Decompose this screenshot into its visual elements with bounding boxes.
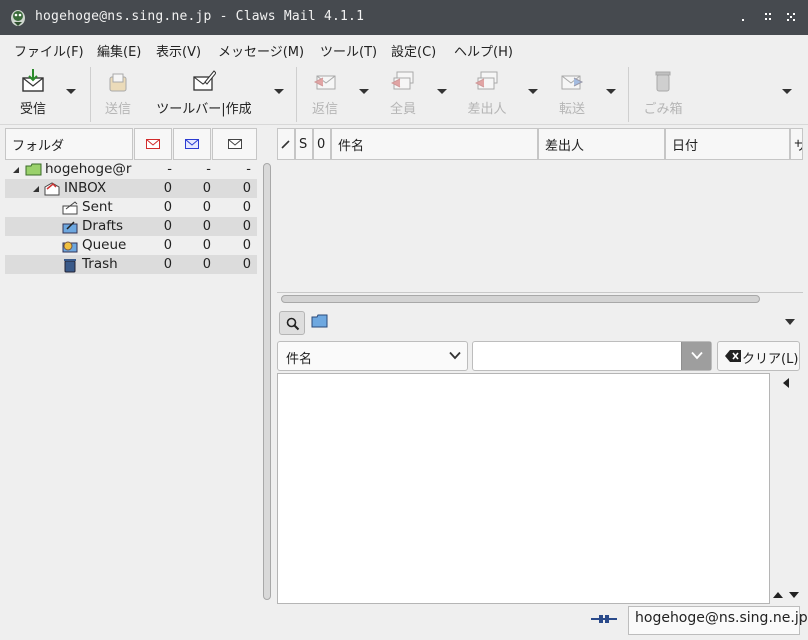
subject-column-header[interactable]: 件名: [331, 128, 538, 160]
folder-row-trash[interactable]: Trash 0 0 0: [5, 255, 257, 274]
clear-icon: [725, 350, 741, 362]
from-column-header[interactable]: 差出人: [538, 128, 665, 160]
window-title: hogehoge@ns.sing.ne.jp - Claws Mail 4.1.…: [35, 9, 365, 24]
extra-column-header[interactable]: サ: [790, 128, 803, 160]
chevron-down-icon: [449, 351, 461, 360]
folder-pane: フォルダ hogehoge@r - - - INBOX 0 0 0 Sent 0…: [5, 128, 257, 604]
reply-button[interactable]: 返信: [306, 68, 344, 120]
new-mail-icon: [185, 139, 199, 149]
menu-edit[interactable]: 編集(E): [97, 41, 141, 60]
collapse-left-icon[interactable]: [782, 377, 790, 389]
menu-file[interactable]: ファイル(F): [14, 41, 84, 60]
collapse-arrow-icon[interactable]: [12, 166, 20, 174]
menu-message[interactable]: メッセージ(M): [218, 41, 304, 60]
message-view: [277, 373, 770, 604]
search-toggle-button[interactable]: [279, 311, 305, 335]
claws-mail-logo-icon: [11, 10, 25, 26]
menu-bar: ファイル(F) 編集(E) 表示(V) メッセージ(M) ツール(T) 設定(C…: [0, 35, 808, 63]
attachment-column-header[interactable]: 0: [313, 128, 331, 160]
chevron-down-icon: [691, 351, 703, 360]
toolbar-separator: [628, 67, 629, 122]
total-column-header[interactable]: [212, 128, 257, 160]
menu-settings[interactable]: 設定(C): [391, 41, 436, 60]
receive-mail-icon: [22, 69, 44, 92]
list-divider: [277, 292, 803, 293]
reply-dropdown-arrow[interactable]: [359, 89, 369, 94]
status-column-header[interactable]: S: [295, 128, 313, 160]
toolbar-separator: [296, 67, 297, 122]
close-icon[interactable]: [784, 10, 798, 24]
compose-button[interactable]: ツールバー|作成: [154, 68, 254, 120]
reply-sender-button[interactable]: 差出人: [464, 68, 510, 120]
offline-plug-icon[interactable]: [590, 612, 618, 626]
clear-search-button[interactable]: クリア(L): [717, 341, 800, 371]
search-field-select[interactable]: 件名: [277, 341, 468, 371]
chevron-down-icon[interactable]: [784, 318, 796, 326]
forward-dropdown-arrow[interactable]: [606, 89, 616, 94]
trash-can-icon: [655, 71, 671, 92]
folder-column-header[interactable]: フォルダ: [5, 128, 133, 160]
reply-icon: [313, 75, 336, 90]
inbox-icon: [44, 182, 60, 196]
folder-icon[interactable]: [311, 314, 328, 328]
unread-mail-icon: [146, 139, 160, 149]
account-folder-icon: [25, 163, 42, 176]
send-mail-icon: [109, 73, 127, 92]
folder-row-queue[interactable]: Queue 0 0 0: [5, 236, 257, 255]
folder-pane-scrollbar[interactable]: [263, 163, 271, 600]
title-bar: hogehoge@ns.sing.ne.jp - Claws Mail 4.1.…: [0, 0, 808, 35]
date-column-header[interactable]: 日付: [665, 128, 790, 160]
trash-folder-icon: [64, 259, 76, 273]
mail-icon: [227, 139, 242, 149]
compose-dropdown-arrow[interactable]: [274, 89, 284, 94]
folder-row-account[interactable]: hogehoge@r - - -: [5, 160, 257, 179]
forward-icon: [561, 75, 584, 90]
folder-row-inbox[interactable]: INBOX 0 0 0: [5, 179, 257, 198]
queue-folder-icon: [62, 241, 78, 253]
maximize-icon[interactable]: [761, 10, 775, 24]
new-column-header[interactable]: [173, 128, 211, 160]
toolbar: 受信 送信 ツールバー|作成 返信 全員 差出人 転送 ごみ箱: [0, 63, 808, 125]
account-selector[interactable]: hogehoge@ns.sing.ne.jp: [628, 606, 808, 635]
send-button[interactable]: 送信: [100, 68, 136, 120]
reply-all-dropdown-arrow[interactable]: [437, 89, 447, 94]
reply-all-icon: [391, 71, 414, 90]
reply-sender-icon: [475, 71, 498, 90]
collapse-arrow-icon[interactable]: [32, 185, 40, 193]
folder-row-drafts[interactable]: Drafts 0 0 0: [5, 217, 257, 236]
scroll-down-icon[interactable]: [788, 591, 800, 599]
minimize-icon[interactable]: [736, 10, 750, 24]
search-input[interactable]: [472, 341, 712, 371]
mark-pencil-icon: [281, 140, 290, 149]
menu-tools[interactable]: ツール(T): [320, 41, 377, 60]
drafts-folder-icon: [62, 221, 78, 234]
compose-icon: [193, 70, 216, 91]
folder-row-sent[interactable]: Sent 0 0 0: [5, 198, 257, 217]
message-list: S 0 件名 差出人 日付 サ: [277, 128, 803, 293]
menu-help[interactable]: ヘルプ(H): [454, 41, 513, 60]
unread-column-header[interactable]: [134, 128, 172, 160]
trash-button[interactable]: ごみ箱: [642, 68, 684, 120]
mark-column-header[interactable]: [277, 128, 295, 160]
toolbar-separator: [90, 67, 91, 122]
receive-dropdown-arrow[interactable]: [66, 89, 76, 94]
search-icon: [286, 317, 300, 331]
scroll-up-icon[interactable]: [772, 591, 784, 599]
reply-sender-dropdown-arrow[interactable]: [528, 89, 538, 94]
search-history-dropdown[interactable]: [681, 342, 711, 370]
reply-all-button[interactable]: 全員: [384, 68, 422, 120]
menu-view[interactable]: 表示(V): [156, 41, 201, 60]
forward-button[interactable]: 転送: [554, 68, 590, 120]
sent-folder-icon: [62, 201, 78, 215]
toolbar-overflow-arrow[interactable]: [782, 89, 792, 94]
message-list-scrollbar[interactable]: [281, 295, 760, 303]
receive-button[interactable]: 受信: [12, 68, 54, 120]
